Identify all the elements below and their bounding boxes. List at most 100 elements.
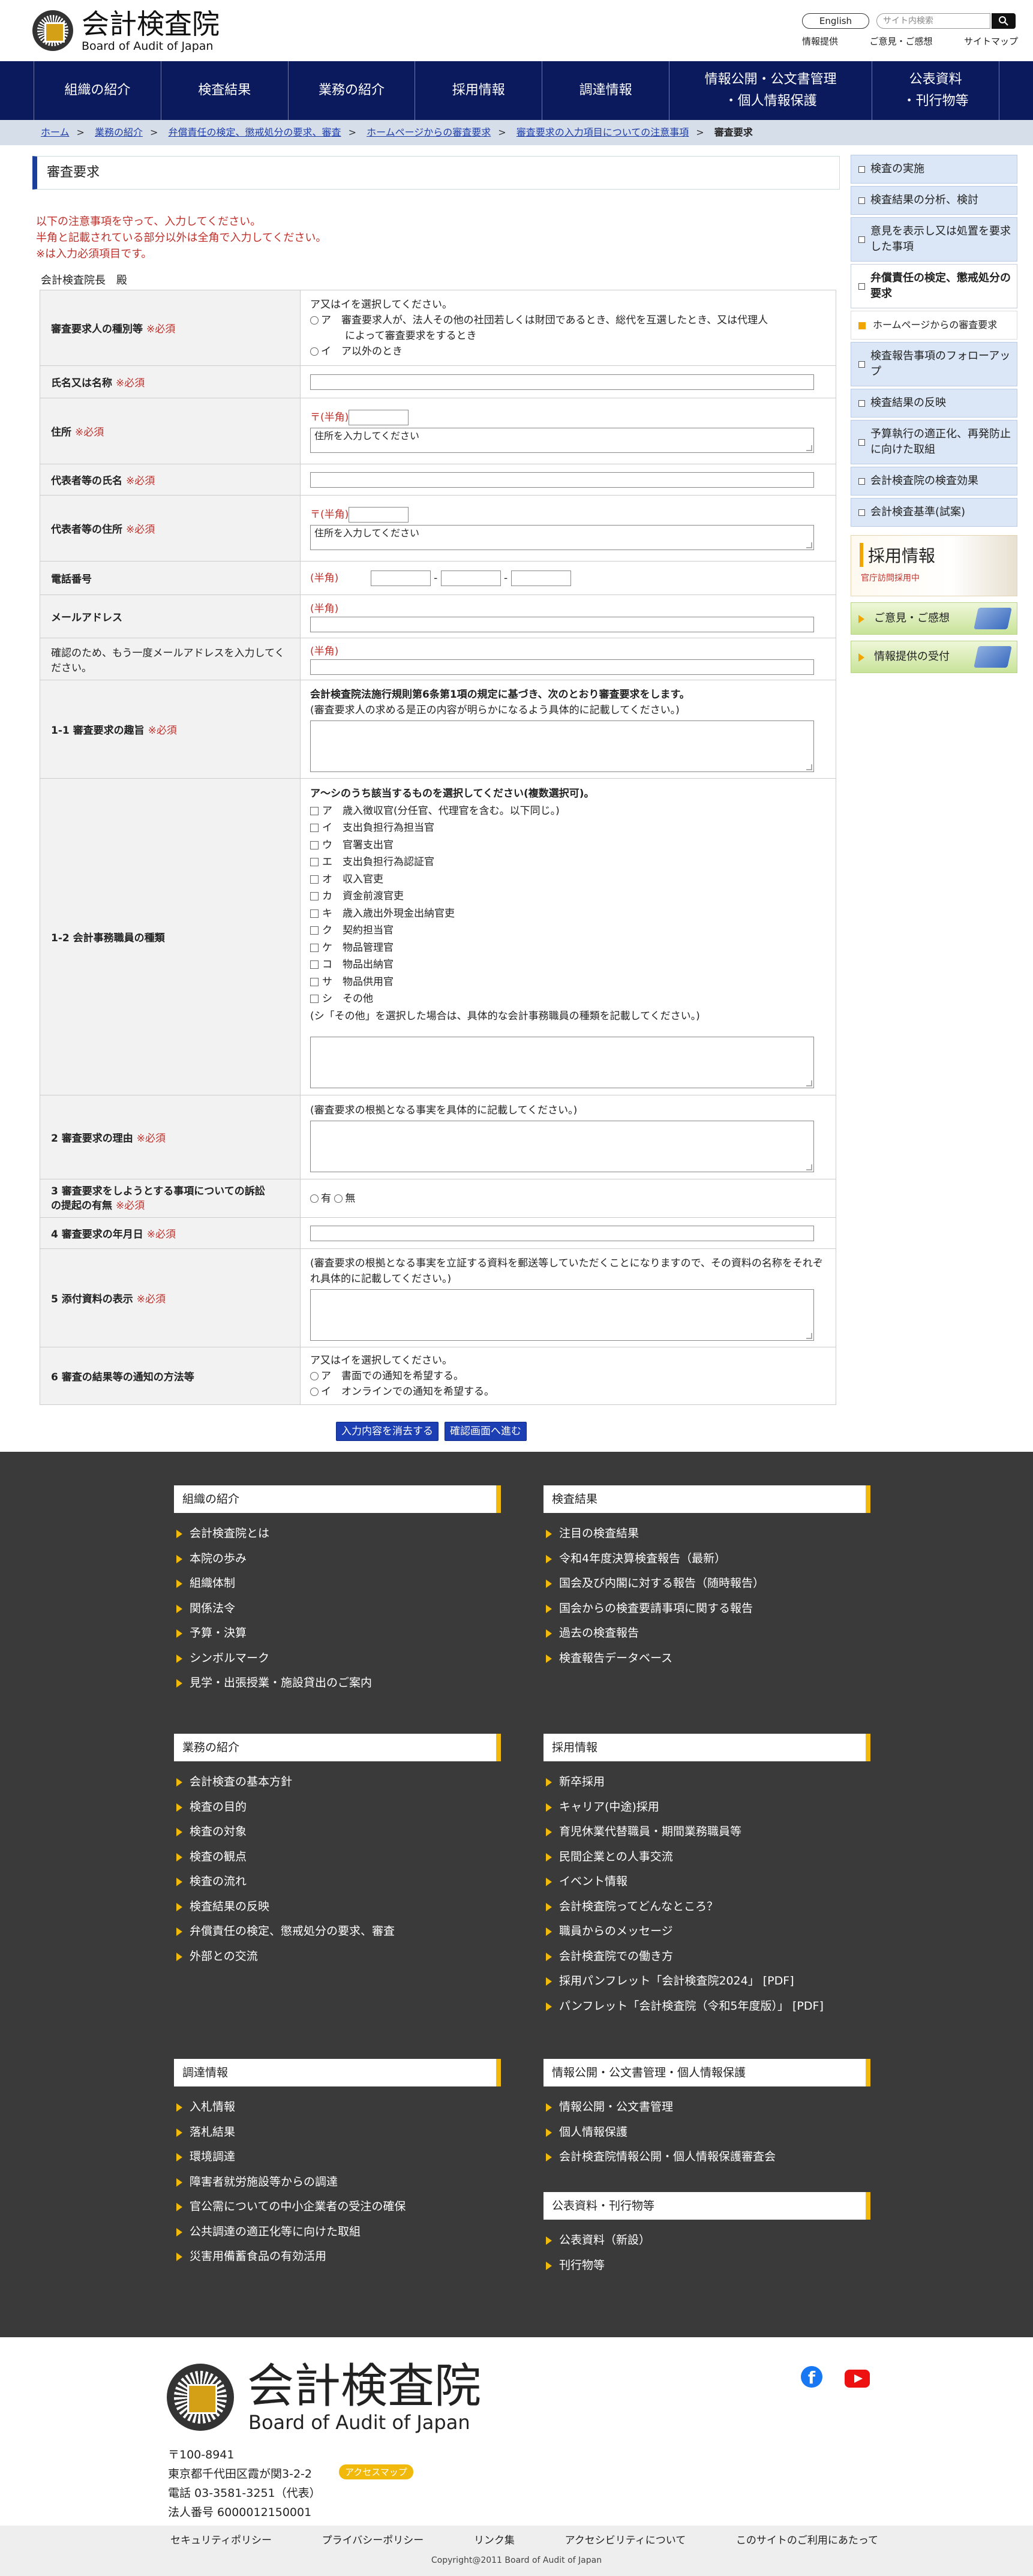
crumb-notes[interactable]: 審査要求の入力項目についての注意事項: [516, 127, 689, 138]
footer-link[interactable]: 職員からのメッセージ: [543, 1919, 870, 1944]
nav-operations[interactable]: 業務の紹介: [289, 61, 416, 120]
legal-link-links[interactable]: リンク集: [474, 2532, 515, 2547]
address-textarea[interactable]: 住所を入力してください: [310, 427, 814, 453]
footer-link[interactable]: 検査の目的: [174, 1795, 501, 1820]
crumb-web-request[interactable]: ホームページからの審査要求: [367, 127, 491, 138]
footer-link[interactable]: 官公需についての中小企業者の受注の確保: [174, 2194, 501, 2220]
rep-name-input[interactable]: [310, 472, 814, 488]
footer-link[interactable]: 外部との交流: [174, 1944, 501, 1969]
legal-link-privacy[interactable]: プライバシーポリシー: [322, 2532, 424, 2547]
footer-link[interactable]: 入札情報: [174, 2095, 501, 2120]
footer-link[interactable]: 注目の検査結果: [543, 1521, 870, 1547]
nav-audit-results[interactable]: 検査結果: [161, 61, 289, 120]
checkbox-officer[interactable]: イ 支出負担行為担当官: [310, 819, 826, 837]
checkbox-officer[interactable]: カ 資金前渡官吏: [310, 888, 826, 905]
checkbox-officer[interactable]: ウ 官署支出官: [310, 837, 826, 854]
radio-notify-online[interactable]: イ オンラインでの通知を希望する。: [310, 1384, 826, 1400]
radio-type-b[interactable]: イ ア以外のとき: [310, 344, 826, 359]
footer-link[interactable]: 民間企業との人事交流: [543, 1845, 870, 1870]
sidebar-item-web-request[interactable]: ホームページからの審査要求: [851, 311, 1017, 340]
radio-lawsuit-yes[interactable]: 有: [310, 1193, 331, 1205]
email-confirm-input[interactable]: [310, 659, 814, 675]
sidebar-item-followup[interactable]: 検査報告事項のフォローアップ: [851, 342, 1017, 386]
facebook-icon[interactable]: f: [801, 2366, 822, 2388]
radio-notify-paper[interactable]: ア 書面での通知を希望する。: [310, 1368, 826, 1384]
footer-link[interactable]: 新卒採用: [543, 1770, 870, 1795]
footer-link[interactable]: 検査報告データベース: [543, 1646, 870, 1671]
footer-link[interactable]: 予算・決算: [174, 1621, 501, 1646]
tel-input-3[interactable]: [511, 570, 571, 586]
sidebar-item-effects[interactable]: 会計検査院の検査効果: [851, 467, 1017, 496]
sidebar-item-budget[interactable]: 予算執行の適正化、再発防止に向けた取組: [851, 420, 1017, 464]
header-link-sitemap[interactable]: サイトマップ: [964, 35, 1018, 47]
footer-link[interactable]: 令和4年度決算検査報告（最新）: [543, 1547, 870, 1572]
crumb-home[interactable]: ホーム: [41, 127, 70, 138]
header-link-info[interactable]: 情報提供: [802, 35, 838, 47]
email-input[interactable]: [310, 616, 814, 632]
footer-link[interactable]: 落札結果: [174, 2120, 501, 2145]
footer-link[interactable]: イベント情報: [543, 1869, 870, 1895]
footer-link[interactable]: 検査の対象: [174, 1820, 501, 1845]
radio-type-a[interactable]: ア 審査要求人が、法人その他の社団若しくは財団であるとき、総代を互選したとき、又…: [310, 313, 826, 328]
nav-publications[interactable]: 公表資料 ・刊行物等: [872, 61, 1000, 120]
nav-disclosure[interactable]: 情報公開・公文書管理 ・個人情報保護: [669, 61, 873, 120]
footer-logo[interactable]: 会計検査院 Board of Audit of Japan: [167, 2361, 481, 2433]
footer-link[interactable]: 環境調達: [174, 2145, 501, 2170]
footer-link[interactable]: 個人情報保護: [543, 2120, 870, 2145]
footer-link[interactable]: 情報公開・公文書管理: [543, 2095, 870, 2120]
footer-link[interactable]: パンフレット「会計検査院（令和5年度版）」 [PDF]: [543, 1994, 870, 2019]
footer-link[interactable]: 育児休業代替職員・期間業務職員等: [543, 1820, 870, 1845]
nav-recruit[interactable]: 採用情報: [415, 61, 543, 120]
officer-other-textarea[interactable]: [310, 1037, 814, 1088]
sidebar-item-reflection[interactable]: 検査結果の反映: [851, 389, 1017, 418]
footer-link[interactable]: 検査結果の反映: [174, 1895, 501, 1920]
footer-link[interactable]: 障害者就労施設等からの調達: [174, 2170, 501, 2195]
legal-link-terms[interactable]: このサイトのご利用にあたって: [736, 2532, 878, 2547]
checkbox-officer[interactable]: ク 契約担当官: [310, 922, 826, 939]
legal-link-accessibility[interactable]: アクセシビリティについて: [565, 2532, 686, 2547]
confirm-button[interactable]: 確認画面へ進む: [445, 1422, 527, 1441]
footer-link[interactable]: 採用パンフレット「会計検査院2024」 [PDF]: [543, 1969, 870, 1994]
sidebar-item-opinions[interactable]: 意見を表示し又は処置を要求した事項: [851, 217, 1017, 262]
footer-link[interactable]: 公共調達の適正化等に向けた取組: [174, 2220, 501, 2245]
search-button[interactable]: [992, 13, 1016, 29]
footer-link[interactable]: 災害用備蓄食品の有効活用: [174, 2244, 501, 2269]
footer-link[interactable]: シンボルマーク: [174, 1646, 501, 1671]
feedback-button[interactable]: ご意見・ご感想: [851, 602, 1017, 635]
legal-link-security[interactable]: セキュリティポリシー: [170, 2532, 272, 2547]
footer-link[interactable]: 国会及び内閣に対する報告（随時報告）: [543, 1571, 870, 1596]
header-link-feedback[interactable]: ご意見・ご感想: [869, 35, 932, 47]
sidebar-item-liability[interactable]: 弁償責任の検定、懲戒処分の要求: [851, 264, 1017, 308]
nav-procurement[interactable]: 調達情報: [542, 61, 669, 120]
checkbox-officer[interactable]: ア 歳入徴収官(分任官、代理官を含む。以下同じ。): [310, 803, 826, 820]
footer-link[interactable]: 見学・出張授業・施設貸出のご案内: [174, 1671, 501, 1696]
footer-link[interactable]: 会計検査院とは: [174, 1521, 501, 1547]
tel-input-1[interactable]: [370, 570, 431, 586]
checkbox-officer[interactable]: エ 支出負担行為認証官: [310, 854, 826, 871]
footer-link[interactable]: 会計検査院での働き方: [543, 1944, 870, 1969]
radio-lawsuit-no[interactable]: 無: [334, 1193, 355, 1205]
footer-link[interactable]: 弁償責任の検定、懲戒処分の要求、審査: [174, 1919, 501, 1944]
tel-input-2[interactable]: [440, 570, 501, 586]
crumb-operations[interactable]: 業務の紹介: [95, 127, 143, 138]
footer-link[interactable]: 検査の観点: [174, 1845, 501, 1870]
checkbox-officer[interactable]: サ 物品供用官: [310, 974, 826, 991]
footer-link[interactable]: 公表資料（新設）: [543, 2228, 870, 2253]
zip-input[interactable]: [349, 409, 409, 425]
footer-link[interactable]: 会計検査の基本方針: [174, 1770, 501, 1795]
purpose-textarea[interactable]: [310, 720, 814, 772]
footer-link[interactable]: 国会からの検査要請事項に関する報告: [543, 1596, 870, 1622]
youtube-icon[interactable]: [845, 2370, 870, 2388]
date-input[interactable]: [310, 1225, 814, 1241]
name-input[interactable]: [310, 374, 814, 390]
sidebar-item-analysis[interactable]: 検査結果の分析、検討: [851, 186, 1017, 215]
info-submit-button[interactable]: 情報提供の受付: [851, 641, 1017, 673]
checkbox-officer[interactable]: オ 収入官吏: [310, 871, 826, 888]
sidebar-item-standards[interactable]: 会計検査基準(試案): [851, 498, 1017, 527]
nav-organization[interactable]: 組織の紹介: [34, 61, 161, 120]
footer-link[interactable]: 会計検査院情報公開・個人情報保護審査会: [543, 2145, 870, 2170]
footer-link[interactable]: 過去の検査報告: [543, 1621, 870, 1646]
crumb-liability[interactable]: 弁償責任の検定、懲戒処分の要求、審査: [169, 127, 341, 138]
footer-link[interactable]: 本院の歩み: [174, 1547, 501, 1572]
checkbox-officer[interactable]: キ 歳入歳出外現金出納官吏: [310, 905, 826, 923]
